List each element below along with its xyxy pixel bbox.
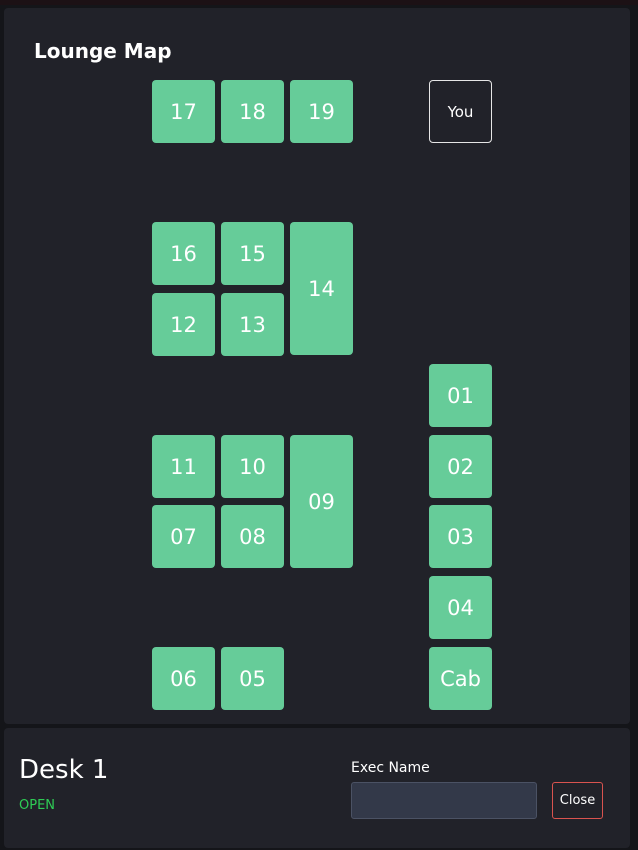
desk-05[interactable]: 05 <box>221 647 284 710</box>
desk-15[interactable]: 15 <box>221 222 284 285</box>
desk-19[interactable]: 19 <box>290 80 353 143</box>
close-button[interactable]: Close <box>552 782 603 819</box>
lounge-map-panel: Lounge Map 17 18 19 You 16 15 14 12 13 0… <box>4 8 630 724</box>
desk-07[interactable]: 07 <box>152 505 215 568</box>
desk-18[interactable]: 18 <box>221 80 284 143</box>
exec-name-label: Exec Name <box>351 760 430 776</box>
desk-01[interactable]: 01 <box>429 364 492 427</box>
desk-02[interactable]: 02 <box>429 435 492 498</box>
desk-03[interactable]: 03 <box>429 505 492 568</box>
app-root: Lounge Map 17 18 19 You 16 15 14 12 13 0… <box>0 0 638 850</box>
desk-09[interactable]: 09 <box>290 435 353 568</box>
top-strip <box>0 0 638 5</box>
desk-14[interactable]: 14 <box>290 222 353 355</box>
exec-name-input[interactable] <box>351 782 537 819</box>
you-marker[interactable]: You <box>429 80 492 143</box>
desk-detail-panel: Desk 1 OPEN Exec Name Close <box>4 728 630 848</box>
desk-06[interactable]: 06 <box>152 647 215 710</box>
desk-16[interactable]: 16 <box>152 222 215 285</box>
desk-17[interactable]: 17 <box>152 80 215 143</box>
desk-status-badge: OPEN <box>19 798 56 813</box>
desk-11[interactable]: 11 <box>152 435 215 498</box>
desk-13[interactable]: 13 <box>221 293 284 356</box>
desk-12[interactable]: 12 <box>152 293 215 356</box>
desk-cab[interactable]: Cab <box>429 647 492 710</box>
desk-10[interactable]: 10 <box>221 435 284 498</box>
map-title: Lounge Map <box>34 39 172 63</box>
selected-desk-name: Desk 1 <box>19 755 109 785</box>
desk-08[interactable]: 08 <box>221 505 284 568</box>
desk-04[interactable]: 04 <box>429 576 492 639</box>
